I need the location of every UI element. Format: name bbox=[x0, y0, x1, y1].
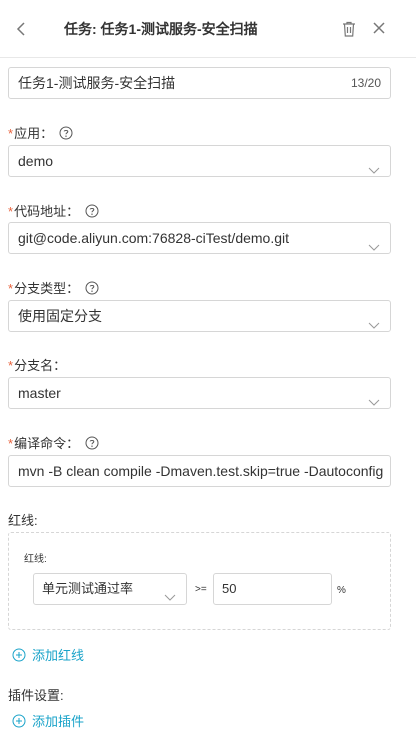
required-mark: * bbox=[8, 358, 14, 373]
add-redline-button[interactable]: 添加红线 bbox=[12, 645, 84, 664]
branch-type-select[interactable]: 使用固定分支 bbox=[8, 300, 391, 332]
trash-icon[interactable] bbox=[340, 20, 358, 38]
build-cmd-label: *编译命令： bbox=[8, 433, 99, 452]
app-select[interactable]: demo bbox=[8, 145, 391, 177]
redline-unit: % bbox=[337, 585, 346, 596]
chevron-down-icon bbox=[368, 233, 380, 251]
branch-name-value: master bbox=[18, 385, 61, 401]
task-name-input[interactable]: 任务1-测试服务-安全扫描 13/20 bbox=[8, 67, 391, 99]
redline-metric-select[interactable]: 单元测试通过率 bbox=[33, 573, 187, 605]
plugins-section-label: 插件设置: bbox=[8, 688, 64, 703]
build-cmd-value: mvn -B clean compile -Dmaven.test.skip=t… bbox=[18, 463, 384, 479]
plus-circle-icon bbox=[12, 648, 26, 662]
char-counter: 13/20 bbox=[350, 76, 381, 90]
page-title: 任务: 任务1-测试服务-安全扫描 bbox=[64, 21, 258, 37]
panel-header: 任务: 任务1-测试服务-安全扫描 bbox=[0, 0, 416, 58]
required-mark: * bbox=[8, 436, 14, 451]
repo-select-value: git@code.aliyun.com:76828-ciTest/demo.gi… bbox=[18, 230, 290, 246]
app-select-value: demo bbox=[18, 153, 54, 169]
repo-select[interactable]: git@code.aliyun.com:76828-ciTest/demo.gi… bbox=[8, 222, 391, 254]
build-cmd-input[interactable]: mvn -B clean compile -Dmaven.test.skip=t… bbox=[8, 455, 391, 487]
chevron-down-icon bbox=[368, 311, 380, 329]
branch-type-label: *分支类型： bbox=[8, 278, 99, 297]
branch-type-label-text: 分支类型： bbox=[14, 281, 80, 296]
help-icon[interactable] bbox=[85, 281, 99, 295]
redline-metric-value: 单元测试通过率 bbox=[42, 581, 134, 596]
redline-item-label: 红线: bbox=[24, 554, 47, 565]
repo-label-text: 代码地址： bbox=[14, 204, 80, 219]
add-plugin-label: 添加插件 bbox=[32, 714, 85, 729]
required-mark: * bbox=[8, 126, 14, 141]
branch-name-select[interactable]: master bbox=[8, 377, 391, 409]
back-icon[interactable] bbox=[12, 17, 32, 41]
branch-name-label: *分支名： bbox=[8, 355, 66, 374]
branch-name-label-text: 分支名： bbox=[14, 358, 67, 373]
add-plugin-button[interactable]: 添加插件 bbox=[12, 711, 84, 730]
help-icon[interactable] bbox=[85, 436, 99, 450]
redline-section-label: 红线: bbox=[8, 513, 38, 528]
redline-threshold-input[interactable]: 50 bbox=[213, 573, 332, 605]
build-cmd-label-text: 编译命令： bbox=[14, 436, 80, 451]
branch-type-value: 使用固定分支 bbox=[18, 308, 102, 324]
chevron-down-icon bbox=[368, 156, 380, 174]
chevron-down-icon bbox=[368, 388, 380, 406]
task-name-value: 任务1-测试服务-安全扫描 bbox=[18, 75, 176, 91]
app-label-text: 应用： bbox=[14, 126, 54, 141]
plus-circle-icon bbox=[12, 714, 26, 728]
required-mark: * bbox=[8, 204, 14, 219]
redline-threshold-value: 50 bbox=[222, 581, 237, 596]
app-label: *应用： bbox=[8, 123, 73, 142]
chevron-down-icon bbox=[164, 584, 176, 601]
repo-label: *代码地址： bbox=[8, 201, 99, 220]
help-icon[interactable] bbox=[59, 126, 73, 140]
redline-operator: >= bbox=[195, 584, 207, 595]
add-redline-label: 添加红线 bbox=[32, 648, 85, 663]
close-icon[interactable] bbox=[370, 17, 388, 39]
help-icon[interactable] bbox=[85, 204, 99, 218]
required-mark: * bbox=[8, 281, 14, 296]
